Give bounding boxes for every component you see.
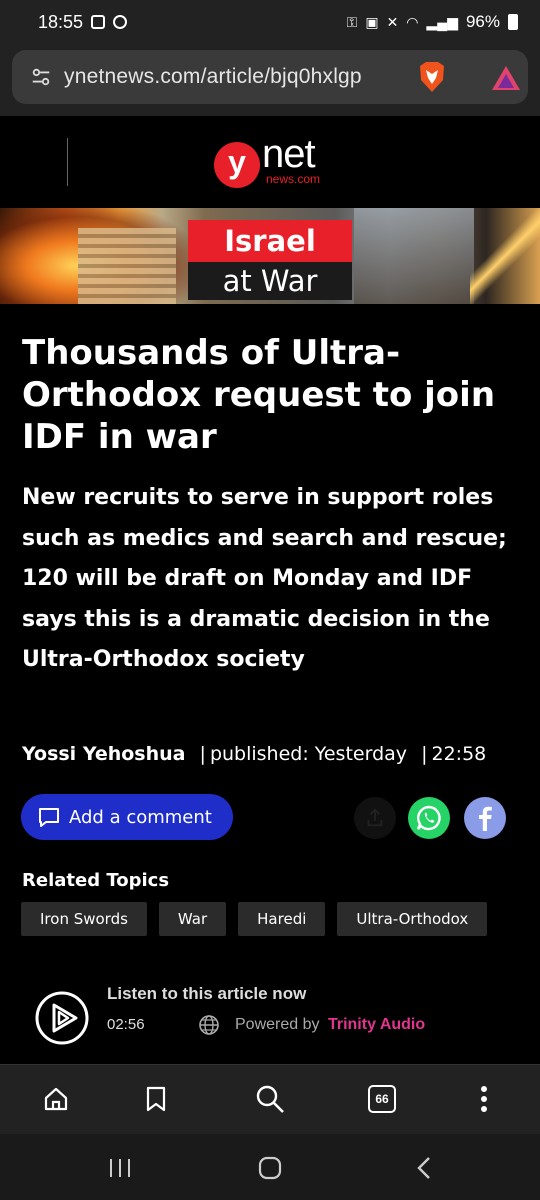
related-topics-heading: Related Topics <box>22 870 170 891</box>
logo-letter: y <box>214 142 260 188</box>
back-icon <box>417 1157 430 1179</box>
search-button[interactable] <box>254 1083 286 1115</box>
more-vertical-icon <box>481 1086 487 1112</box>
battery-icon <box>508 14 518 30</box>
brave-shields-icon[interactable] <box>416 60 448 94</box>
home-nav-icon <box>258 1156 282 1180</box>
vpn-key-icon: ⚿ <box>346 13 358 30</box>
site-header: y net news.com <box>0 116 540 208</box>
audio-duration: 02:56 <box>107 1016 145 1033</box>
published-time: 22:58 <box>431 743 487 765</box>
banner-image-building <box>78 228 176 304</box>
home-icon <box>44 1087 68 1111</box>
url-text[interactable]: ynetnews.com/article/bjq0hxlgp <box>64 65 362 89</box>
menu-button[interactable] <box>468 1083 500 1115</box>
byline: Yossi Yehoshua | published: Yesterday | 22… <box>22 740 532 768</box>
banner-image-rockets <box>470 208 540 304</box>
tabs-button[interactable]: 66 <box>366 1083 398 1115</box>
topic-tag[interactable]: War <box>158 902 227 936</box>
globe-icon[interactable] <box>198 1014 220 1036</box>
author-name[interactable]: Yossi Yehoshua <box>22 743 185 765</box>
system-navigation-bar <box>0 1134 540 1200</box>
powered-by: Powered by Trinity Audio <box>235 1016 425 1034</box>
bookmark-button[interactable] <box>140 1083 172 1115</box>
notification-link-icon <box>113 15 128 29</box>
facebook-icon <box>479 806 492 831</box>
ynetnews-logo[interactable]: y net news.com <box>214 132 334 194</box>
home-nav-button[interactable] <box>256 1154 284 1182</box>
back-button[interactable] <box>410 1154 438 1182</box>
tab-count-icon: 66 <box>368 1085 396 1113</box>
israel-at-war-banner[interactable]: Israel at War <box>0 208 540 304</box>
logo-main-text: net <box>262 132 316 176</box>
mute-icon: ✕ <box>386 13 399 30</box>
header-divider <box>67 138 68 186</box>
topic-tag[interactable]: Haredi <box>238 902 326 936</box>
lock-icon: ▣ <box>365 13 379 30</box>
banner-image-soldiers <box>354 208 474 304</box>
site-settings-icon[interactable] <box>30 66 52 88</box>
status-time: 18:55 <box>38 11 84 32</box>
notification-app-icon <box>91 15 106 29</box>
add-comment-button[interactable]: Add a comment <box>21 794 233 840</box>
byline-separator-2: | <box>421 743 428 765</box>
battery-percent: 96% <box>465 12 500 31</box>
recent-apps-icon <box>110 1159 130 1177</box>
powered-by-label: Powered by <box>235 1016 320 1033</box>
article-headline: Thousands of Ultra-Orthodox request to j… <box>22 333 496 457</box>
browser-bottom-toolbar: 66 <box>0 1064 540 1134</box>
share-icon <box>367 808 383 827</box>
wifi-icon: ◠ <box>406 13 419 30</box>
signal-icon: ▂▄▆ <box>426 13 458 30</box>
byline-separator: | <box>199 743 206 765</box>
banner-title-line1: Israel <box>188 220 352 262</box>
bookmark-icon <box>146 1086 166 1112</box>
topic-tag[interactable]: Ultra-Orthodox <box>337 902 488 936</box>
banner-title-line2: at War <box>188 262 352 300</box>
play-audio-icon[interactable] <box>34 990 90 1046</box>
home-button[interactable] <box>40 1083 72 1115</box>
article-subheadline: New recruits to serve in support roles s… <box>22 485 507 672</box>
whatsapp-share-button[interactable] <box>408 797 450 839</box>
comment-icon <box>39 808 59 827</box>
related-topics-list: Iron Swords War Haredi Ultra-Orthodox <box>21 902 488 936</box>
browser-toolbar: ynetnews.com/article/bjq0hxlgp <box>0 44 540 116</box>
status-bar: 18:55 ⚿ ▣ ✕ ◠ ▂▄▆ 96% <box>0 0 540 44</box>
search-icon <box>256 1085 284 1113</box>
brave-rewards-icon[interactable] <box>490 64 522 92</box>
topic-tag[interactable]: Iron Swords <box>21 902 147 936</box>
published-label: published: Yesterday <box>209 743 408 765</box>
listen-title: Listen to this article now <box>107 984 307 1003</box>
trinity-audio-link[interactable]: Trinity Audio <box>328 1016 425 1033</box>
share-button[interactable] <box>354 797 396 839</box>
add-comment-label: Add a comment <box>69 806 212 828</box>
address-bar[interactable]: ynetnews.com/article/bjq0hxlgp <box>12 50 528 104</box>
whatsapp-icon <box>416 805 441 831</box>
facebook-share-button[interactable] <box>464 797 506 839</box>
logo-sub-text: news.com <box>266 172 321 186</box>
recent-apps-button[interactable] <box>106 1154 134 1182</box>
status-indicators: ⚿ ▣ ✕ ◠ ▂▄▆ 96% <box>347 12 518 32</box>
